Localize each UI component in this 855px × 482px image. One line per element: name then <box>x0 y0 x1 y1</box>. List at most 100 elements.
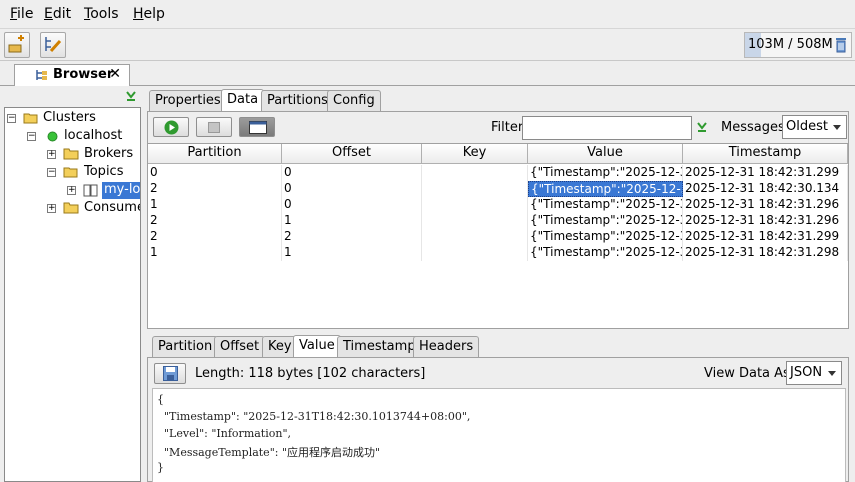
stop-icon <box>208 122 220 133</box>
folder-open-icon <box>63 167 78 178</box>
menu-edit[interactable]: Edit <box>44 6 71 22</box>
cell-partition: 2 <box>148 181 282 197</box>
tree-label-localhost: localhost <box>64 128 123 143</box>
cell-partition: 1 <box>148 197 282 213</box>
cell-value: {"Timestamp":"2025-12-3... <box>530 197 683 213</box>
table-row[interactable]: 2 0 {"Timestamp":"2025-12-3... 2025-12-3… <box>148 181 848 197</box>
topic-icon <box>83 184 98 197</box>
toggle-view-button[interactable] <box>239 117 275 137</box>
table-row[interactable]: 1 0 {"Timestamp":"2025-12-3... 2025-12-3… <box>148 197 848 213</box>
folder-icon <box>63 202 79 214</box>
cell-offset: 2 <box>282 229 422 245</box>
expand-icon[interactable]: + <box>47 150 56 159</box>
length-label: Length: 118 bytes [102 characters] <box>195 366 426 381</box>
messages-label: Messages <box>721 120 785 135</box>
add-connection-icon <box>8 35 24 53</box>
cell-key <box>422 165 528 181</box>
json-line: "MessageTemplate": "应用程序启动成功" <box>157 446 381 459</box>
apply-filter-icon[interactable] <box>696 121 708 133</box>
start-button[interactable] <box>153 117 189 137</box>
column-header-value[interactable]: Value <box>528 144 683 164</box>
table-row[interactable]: 2 2 {"Timestamp":"2025-12-3... 2025-12-3… <box>148 229 848 245</box>
tab-partitions[interactable]: Partitions <box>261 90 334 112</box>
menu-help[interactable]: Help <box>133 6 165 22</box>
cell-partition: 1 <box>148 245 282 261</box>
browser-tab-label: Browser <box>53 67 114 82</box>
expand-icon[interactable]: + <box>47 204 56 213</box>
messages-select[interactable]: Oldest <box>782 115 847 139</box>
memory-indicator: 103M / 508M <box>744 32 852 58</box>
close-tab-icon[interactable]: ✕ <box>109 66 121 82</box>
column-header-offset[interactable]: Offset <box>282 144 422 164</box>
play-icon <box>164 120 179 135</box>
tree-label-clusters: Clusters <box>43 110 96 125</box>
json-line: "Timestamp": "2025-12-31T18:42:30.101374… <box>157 410 471 423</box>
browser-tab[interactable]: Browser ✕ <box>14 64 130 86</box>
tab-data[interactable]: Data <box>221 89 265 112</box>
tree-node-my-log[interactable]: + my-log <box>67 182 140 200</box>
stop-button[interactable] <box>196 117 232 137</box>
column-header-partition[interactable]: Partition <box>148 144 282 164</box>
detail-tab-partition[interactable]: Partition <box>152 336 219 358</box>
detail-tab-timestamp[interactable]: Timestamp <box>337 336 422 358</box>
tab-properties[interactable]: Properties <box>149 90 227 112</box>
edit-connection-icon <box>45 37 62 53</box>
table-row[interactable]: 0 0 {"Timestamp":"2025-12-3... 2025-12-3… <box>148 165 848 181</box>
memory-text: 103M / 508M <box>748 37 833 52</box>
folder-icon <box>63 148 79 160</box>
menu-tools-label: ools <box>90 6 119 22</box>
menu-help-label: elp <box>143 6 165 22</box>
cell-value: {"Timestamp":"2025-12-3... <box>530 213 683 229</box>
cell-key <box>422 229 528 245</box>
collapse-icon[interactable]: − <box>7 114 16 123</box>
cell-value-selected: {"Timestamp":"2025-12-3... <box>528 181 683 197</box>
cell-timestamp: 2025-12-31 18:42:31.299 <box>683 165 848 181</box>
tree-refresh-icon[interactable] <box>124 89 138 103</box>
filter-input[interactable] <box>522 116 692 140</box>
column-header-key[interactable]: Key <box>422 144 528 164</box>
view-data-as-value: JSON <box>790 365 823 380</box>
tab-config[interactable]: Config <box>327 90 381 112</box>
cell-timestamp: 2025-12-31 18:42:30.134 <box>683 181 848 197</box>
detail-tab-headers[interactable]: Headers <box>413 336 480 358</box>
message-value-viewer[interactable]: { "Timestamp": "2025-12-31T18:42:30.1013… <box>152 388 846 482</box>
menu-file-mnemonic: F <box>10 6 18 22</box>
detail-tab-offset[interactable]: Offset <box>214 336 266 358</box>
add-connection-button[interactable] <box>4 32 30 58</box>
menu-edit-mnemonic: E <box>44 6 53 22</box>
cell-offset: 0 <box>282 165 422 181</box>
edit-connection-button[interactable] <box>40 32 66 58</box>
menu-file[interactable]: File <box>10 6 33 22</box>
detail-tab-value[interactable]: Value <box>293 335 341 358</box>
json-line: { <box>157 393 164 406</box>
menu-bar: File Edit Tools Help <box>0 0 855 29</box>
menu-tools[interactable]: Tools <box>84 6 119 22</box>
cell-key <box>422 245 528 261</box>
tree-label-my-log: my-log <box>102 182 140 199</box>
save-value-button[interactable] <box>154 363 186 384</box>
cell-timestamp: 2025-12-31 18:42:31.296 <box>683 197 848 213</box>
column-header-timestamp[interactable]: Timestamp <box>683 144 848 164</box>
menu-file-label: ile <box>17 6 34 22</box>
toolbar: 103M / 508M <box>0 29 855 61</box>
garbage-collect-icon[interactable] <box>835 37 847 53</box>
tree-label-topics: Topics <box>84 164 124 179</box>
connected-status-icon <box>47 131 58 142</box>
cell-timestamp: 2025-12-31 18:42:31.299 <box>683 229 848 245</box>
table-row[interactable]: 2 1 {"Timestamp":"2025-12-3... 2025-12-3… <box>148 213 848 229</box>
collapse-icon[interactable]: − <box>47 168 56 177</box>
save-icon <box>163 366 178 381</box>
table-row[interactable]: 1 1 {"Timestamp":"2025-12-3... 2025-12-3… <box>148 245 848 261</box>
data-pane: Filter Messages Oldest Partition Offset … <box>147 111 849 329</box>
cell-timestamp: 2025-12-31 18:42:31.298 <box>683 245 848 261</box>
detail-pane: Length: 118 bytes [102 characters] View … <box>147 357 849 482</box>
json-line: "Level": "Information", <box>157 427 292 440</box>
filter-label: Filter <box>491 120 524 135</box>
folder-open-icon <box>23 113 38 124</box>
cell-partition: 2 <box>148 229 282 245</box>
tree-label-consumers: Consumers <box>84 200 140 215</box>
collapse-icon[interactable]: − <box>27 132 36 141</box>
view-data-as-select[interactable]: JSON <box>786 361 842 385</box>
expand-icon[interactable]: + <box>67 186 76 195</box>
browser-icon <box>36 70 47 80</box>
